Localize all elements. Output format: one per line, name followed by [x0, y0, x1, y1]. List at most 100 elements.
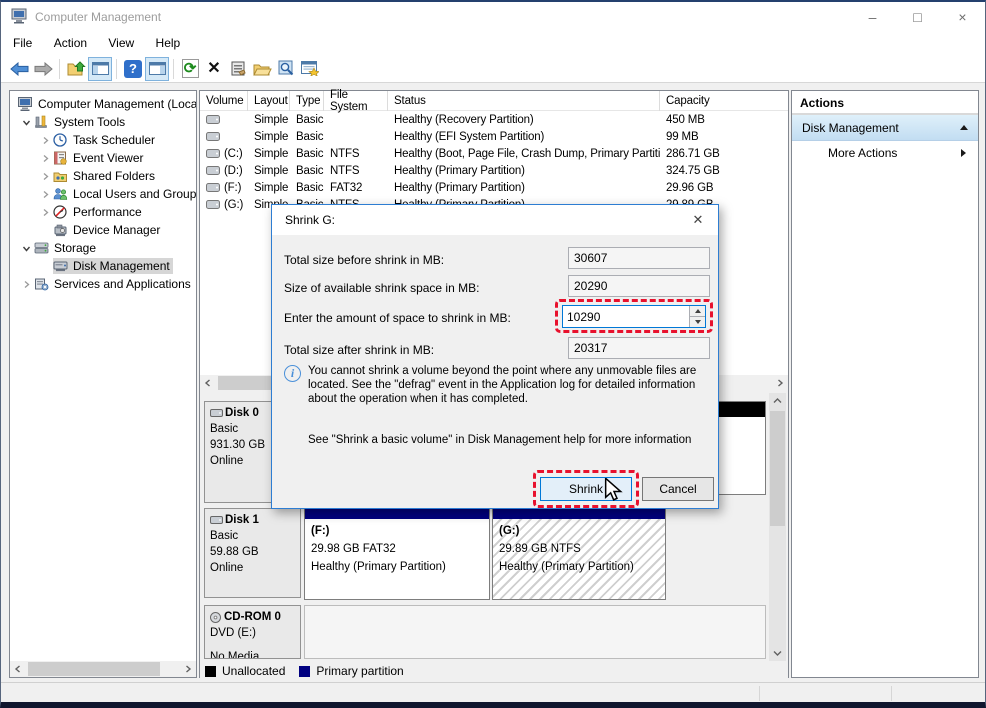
chevron-right-icon[interactable]: [18, 280, 34, 289]
dialog-title-bar[interactable]: Shrink G: ✕: [272, 205, 718, 235]
column-header-capacity[interactable]: Capacity: [660, 91, 788, 111]
menu-bar: File Action View Help: [1, 32, 985, 55]
help-icon[interactable]: ?: [121, 57, 145, 81]
menu-help[interactable]: Help: [147, 32, 190, 55]
tree-item-event-viewer[interactable]: Event Viewer: [10, 149, 196, 167]
forward-icon[interactable]: [31, 57, 55, 81]
legend-unallocated-label: Unallocated: [222, 664, 285, 678]
collapse-icon[interactable]: [960, 125, 968, 130]
refresh-icon[interactable]: ⟳: [178, 57, 202, 81]
chevron-down-icon[interactable]: [18, 118, 34, 127]
scroll-left-icon[interactable]: [10, 661, 26, 677]
tree-item-computer-management[interactable]: Computer Management (Local: [10, 95, 196, 113]
scroll-up-icon[interactable]: [769, 393, 785, 409]
column-header-type[interactable]: Type: [290, 91, 324, 111]
chevron-down-icon[interactable]: [18, 244, 34, 253]
tree-item-shared-folders[interactable]: Shared Folders: [10, 167, 196, 185]
delete-icon[interactable]: ✕: [202, 57, 226, 81]
shrink-amount-input[interactable]: [563, 306, 689, 327]
menu-file[interactable]: File: [1, 32, 41, 55]
tree-item-performance[interactable]: Performance: [10, 203, 196, 221]
dialog-info-text: You cannot shrink a volume beyond the po…: [308, 364, 710, 406]
close-button[interactable]: ×: [940, 2, 985, 32]
tree-item-system-tools[interactable]: System Tools: [10, 113, 196, 131]
dialog-title: Shrink G:: [285, 213, 335, 227]
cancel-button[interactable]: Cancel: [642, 477, 714, 501]
volume-row[interactable]: (D:) Simple Basic NTFS Healthy (Primary …: [200, 162, 788, 179]
properties-icon[interactable]: [226, 57, 250, 81]
device-manager-icon: [53, 223, 70, 237]
volume-icon: [206, 166, 220, 175]
legend-primary-partition-label: Primary partition: [316, 664, 403, 678]
column-header-status[interactable]: Status: [388, 91, 660, 111]
volume-row[interactable]: (C:) Simple Basic NTFS Healthy (Boot, Pa…: [200, 145, 788, 162]
spin-down-icon[interactable]: [690, 317, 705, 327]
volume-row[interactable]: (F:) Simple Basic FAT32 Healthy (Primary…: [200, 179, 788, 196]
tree-item-services-and-applications[interactable]: Services and Applications: [10, 275, 196, 293]
tree-item-local-users-and-groups[interactable]: Local Users and Groups: [10, 185, 196, 203]
dialog-help-text: See "Shrink a basic volume" in Disk Mana…: [308, 434, 710, 446]
submenu-arrow-icon: [961, 149, 966, 157]
status-separator: [891, 686, 892, 701]
actions-disk-management-section[interactable]: Disk Management: [792, 115, 978, 141]
info-icon: i: [284, 365, 301, 382]
tree-item-device-manager[interactable]: Device Manager: [10, 221, 196, 239]
chevron-right-icon[interactable]: [37, 154, 53, 163]
chevron-right-icon[interactable]: [37, 190, 53, 199]
computer-icon: [18, 97, 35, 111]
disk-icon: [210, 516, 223, 524]
volume-icon: [206, 149, 220, 158]
cdrom-region[interactable]: [304, 605, 766, 659]
column-header-file-system[interactable]: File System: [324, 91, 388, 111]
cdrom-label-panel[interactable]: CD-ROM 0 DVD (E:) No Media: [204, 605, 301, 659]
minimize-button[interactable]: –: [850, 2, 895, 32]
disk-view-vertical-scrollbar[interactable]: [769, 393, 786, 661]
dialog-close-icon[interactable]: ✕: [678, 205, 718, 235]
show-console-tree-icon[interactable]: [88, 57, 112, 81]
field-label-total-after: Total size after shrink in MB:: [284, 343, 434, 357]
chevron-right-icon[interactable]: [37, 172, 53, 181]
search-icon[interactable]: [274, 57, 298, 81]
scrollbar-thumb[interactable]: [28, 662, 160, 676]
volume-row[interactable]: Simple Basic Healthy (Recovery Partition…: [200, 111, 788, 128]
volume-row[interactable]: Simple Basic Healthy (EFI System Partiti…: [200, 128, 788, 145]
menu-action[interactable]: Action: [45, 32, 96, 55]
scrollbar-thumb[interactable]: [770, 411, 785, 526]
tree-item-task-scheduler[interactable]: Task Scheduler: [10, 131, 196, 149]
menu-view[interactable]: View: [99, 32, 143, 55]
show-action-pane-icon[interactable]: [145, 57, 169, 81]
more-actions-item[interactable]: More Actions: [792, 141, 978, 165]
volume-icon: [206, 183, 220, 192]
services-icon: [34, 277, 51, 291]
column-header-volume[interactable]: Volume: [200, 91, 248, 111]
column-header-layout[interactable]: Layout: [248, 91, 290, 111]
chevron-right-icon[interactable]: [37, 136, 53, 145]
up-one-level-icon[interactable]: [64, 57, 88, 81]
chevron-right-icon[interactable]: [37, 208, 53, 217]
disk-icon: [210, 409, 223, 417]
performance-icon: [53, 205, 70, 219]
new-window-icon[interactable]: [298, 57, 322, 81]
maximize-button[interactable]: □: [895, 2, 940, 32]
shared-folders-icon: [53, 169, 70, 183]
field-label-total-before: Total size before shrink in MB:: [284, 253, 444, 267]
scroll-left-icon[interactable]: [200, 375, 216, 391]
scroll-right-icon[interactable]: [772, 375, 788, 391]
toolbar-separator: [116, 59, 117, 79]
tree-horizontal-scrollbar[interactable]: [10, 661, 196, 677]
partition-g-region[interactable]: (G:) 29.89 GB NTFS Healthy (Primary Part…: [492, 508, 666, 600]
field-label-shrink-amount: Enter the amount of space to shrink in M…: [284, 311, 511, 325]
console-tree-panel: Computer Management (Local System Tools …: [9, 90, 197, 678]
shrink-amount-spinner[interactable]: [562, 305, 706, 328]
disk1-label-panel[interactable]: Disk 1 Basic 59.88 GB Online: [204, 508, 301, 598]
partition-f-region[interactable]: (F:) 29.98 GB FAT32 Healthy (Primary Par…: [304, 508, 490, 600]
spin-up-icon[interactable]: [690, 306, 705, 317]
tree-item-storage[interactable]: Storage: [10, 239, 196, 257]
open-folder-icon[interactable]: [250, 57, 274, 81]
back-icon[interactable]: [7, 57, 31, 81]
shrink-dialog: Shrink G: ✕ Total size before shrink in …: [271, 204, 719, 509]
scroll-right-icon[interactable]: [180, 661, 196, 677]
window-title: Computer Management: [35, 10, 161, 24]
tree-item-disk-management[interactable]: Disk Management: [10, 257, 196, 275]
scroll-down-icon[interactable]: [769, 645, 785, 661]
